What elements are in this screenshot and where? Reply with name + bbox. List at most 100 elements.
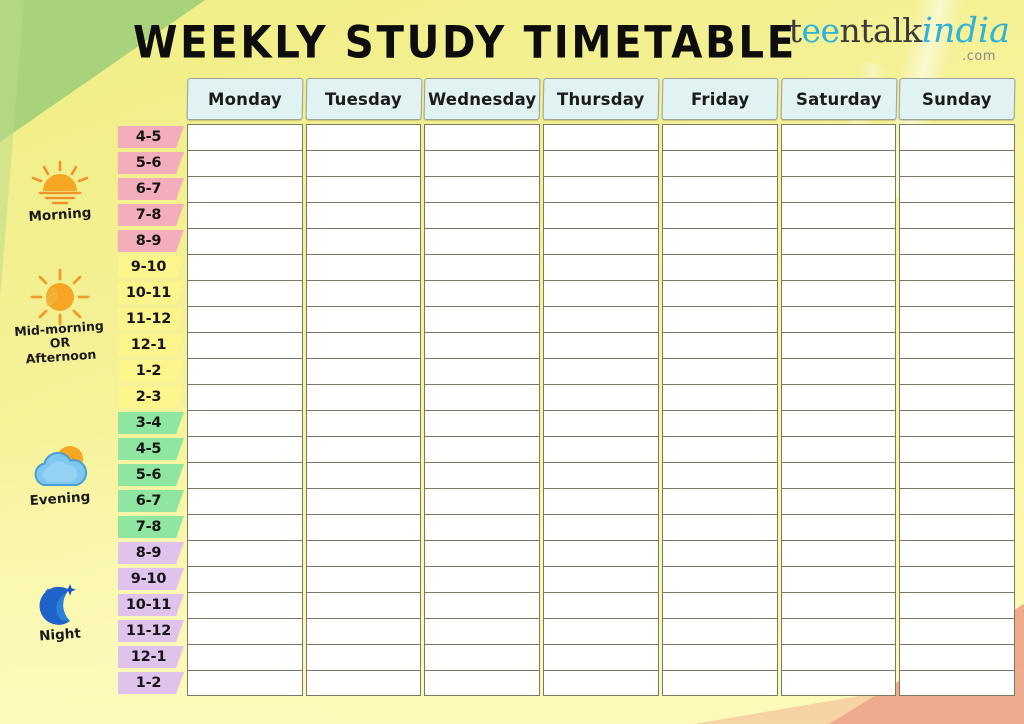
time-slot-tag[interactable]: 5-6	[118, 464, 184, 486]
timetable-cell[interactable]	[187, 670, 303, 696]
timetable-cell[interactable]	[305, 280, 422, 306]
timetable-cell[interactable]	[661, 592, 778, 618]
timetable-cell[interactable]	[424, 592, 541, 618]
timetable-cell[interactable]	[305, 618, 422, 644]
timetable-cell[interactable]	[305, 176, 422, 202]
timetable-cell[interactable]	[543, 462, 659, 488]
timetable-cell[interactable]	[899, 644, 1016, 670]
timetable-cell[interactable]	[780, 332, 897, 358]
timetable-cell[interactable]	[424, 124, 541, 150]
day-header-sunday[interactable]: Sunday	[898, 78, 1016, 120]
time-slot-tag[interactable]: 12-1	[118, 646, 184, 668]
day-header-saturday[interactable]: Saturday	[780, 78, 897, 120]
timetable-cell[interactable]	[305, 306, 422, 332]
timetable-cell[interactable]	[187, 384, 303, 410]
timetable-cell[interactable]	[305, 384, 422, 410]
timetable-cell[interactable]	[780, 254, 897, 280]
timetable-cell[interactable]	[543, 540, 659, 566]
timetable-cell[interactable]	[661, 410, 778, 436]
timetable-cell[interactable]	[899, 254, 1016, 280]
timetable-cell[interactable]	[780, 280, 897, 306]
timetable-cell[interactable]	[187, 644, 303, 670]
timetable-cell[interactable]	[899, 332, 1016, 358]
time-slot-tag[interactable]: 10-11	[118, 282, 184, 304]
timetable-cell[interactable]	[780, 644, 897, 670]
timetable-cell[interactable]	[899, 228, 1016, 254]
timetable-cell[interactable]	[661, 254, 778, 280]
timetable-cell[interactable]	[543, 280, 659, 306]
timetable-cell[interactable]	[543, 150, 659, 176]
teentalkindia-logo[interactable]: teentalkindia .com	[789, 14, 1010, 64]
timetable-cell[interactable]	[305, 410, 422, 436]
timetable-cell[interactable]	[780, 384, 897, 410]
timetable-cell[interactable]	[424, 384, 541, 410]
timetable-cell[interactable]	[543, 332, 659, 358]
timetable-cell[interactable]	[305, 514, 422, 540]
timetable-cell[interactable]	[661, 228, 778, 254]
timetable-cell[interactable]	[543, 410, 659, 436]
day-header-tuesday[interactable]: Tuesday	[305, 78, 422, 120]
timetable-cell[interactable]	[661, 384, 778, 410]
timetable-cell[interactable]	[424, 202, 541, 228]
time-slot-tag[interactable]: 8-9	[118, 230, 184, 252]
timetable-cell[interactable]	[424, 176, 541, 202]
timetable-cell[interactable]	[187, 618, 303, 644]
timetable-cell[interactable]	[187, 436, 303, 462]
timetable-cell[interactable]	[424, 514, 541, 540]
timetable-cell[interactable]	[661, 670, 778, 696]
timetable-cell[interactable]	[424, 332, 541, 358]
timetable-cell[interactable]	[543, 618, 659, 644]
timetable-cell[interactable]	[899, 202, 1016, 228]
timetable-cell[interactable]	[661, 540, 778, 566]
time-slot-tag[interactable]: 12-1	[118, 334, 184, 356]
timetable-cell[interactable]	[780, 670, 897, 696]
timetable-cell[interactable]	[661, 358, 778, 384]
timetable-cell[interactable]	[661, 436, 778, 462]
timetable-cell[interactable]	[424, 306, 541, 332]
time-slot-tag[interactable]: 6-7	[118, 178, 184, 200]
timetable-cell[interactable]	[424, 670, 541, 696]
time-slot-tag[interactable]: 5-6	[118, 152, 184, 174]
timetable-cell[interactable]	[543, 228, 659, 254]
timetable-cell[interactable]	[424, 254, 541, 280]
timetable-cell[interactable]	[899, 436, 1016, 462]
timetable-cell[interactable]	[187, 566, 303, 592]
timetable-cell[interactable]	[424, 150, 541, 176]
time-slot-tag[interactable]: 8-9	[118, 542, 184, 564]
timetable-cell[interactable]	[424, 280, 541, 306]
timetable-cell[interactable]	[305, 592, 422, 618]
timetable-cell[interactable]	[305, 540, 422, 566]
timetable-cell[interactable]	[899, 592, 1016, 618]
timetable-cell[interactable]	[543, 644, 659, 670]
timetable-cell[interactable]	[305, 488, 422, 514]
timetable-cell[interactable]	[899, 384, 1016, 410]
timetable-cell[interactable]	[661, 644, 778, 670]
timetable-cell[interactable]	[305, 228, 422, 254]
timetable-cell[interactable]	[899, 124, 1016, 150]
time-slot-tag[interactable]: 7-8	[118, 204, 184, 226]
timetable-cell[interactable]	[661, 514, 778, 540]
timetable-cell[interactable]	[187, 358, 303, 384]
timetable-cell[interactable]	[780, 176, 897, 202]
timetable-cell[interactable]	[899, 540, 1016, 566]
timetable-cell[interactable]	[543, 202, 659, 228]
timetable-cell[interactable]	[305, 670, 422, 696]
timetable-cell[interactable]	[661, 176, 778, 202]
timetable-cell[interactable]	[424, 644, 541, 670]
timetable-cell[interactable]	[780, 124, 897, 150]
timetable-cell[interactable]	[305, 332, 422, 358]
timetable-cell[interactable]	[543, 670, 659, 696]
timetable-cell[interactable]	[305, 124, 422, 150]
timetable-cell[interactable]	[780, 202, 897, 228]
time-slot-tag[interactable]: 9-10	[118, 256, 184, 278]
timetable-cell[interactable]	[187, 124, 303, 150]
timetable-cell[interactable]	[543, 488, 659, 514]
timetable-cell[interactable]	[187, 176, 303, 202]
timetable-cell[interactable]	[780, 540, 897, 566]
timetable-cell[interactable]	[543, 124, 659, 150]
timetable-cell[interactable]	[780, 592, 897, 618]
timetable-cell[interactable]	[543, 176, 659, 202]
timetable-cell[interactable]	[305, 150, 422, 176]
timetable-cell[interactable]	[899, 176, 1016, 202]
timetable-cell[interactable]	[661, 124, 778, 150]
